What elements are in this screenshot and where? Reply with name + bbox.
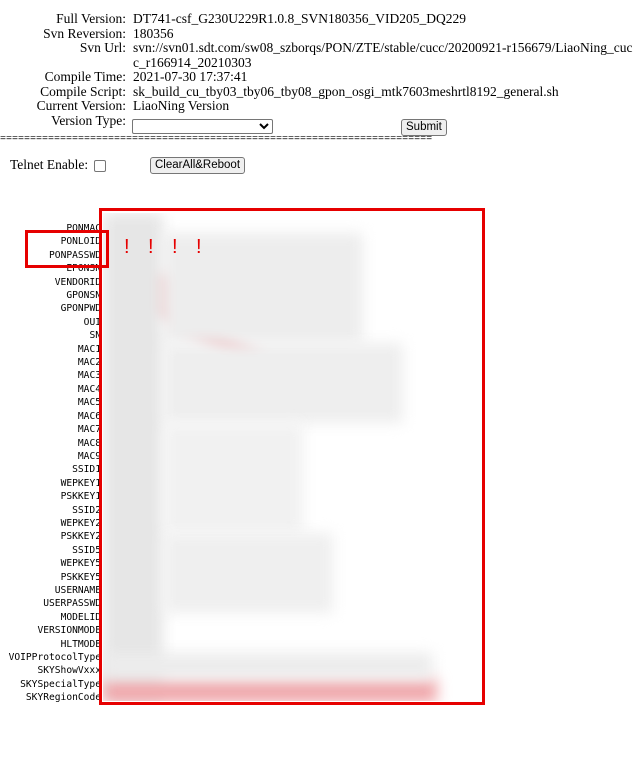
param-label: SKYShowVxxx [37,665,101,677]
param-label: GPONSN [66,290,101,302]
param-label: MAC7 [77,424,101,436]
param-label: MAC6 [77,410,101,422]
param-label: MAC1 [77,343,101,355]
param-label: WEPKEY5 [60,558,101,570]
full-version-value: DT741-csf_G230U229R1.0.8_SVN180356_VID20… [133,11,466,26]
version-type-row: Version Type: [0,112,637,129]
separator-line: ========================================… [0,136,432,144]
version-info: Full Version: DT741-csf_G230U229R1.0.8_S… [0,11,637,129]
full-version-row: Full Version: DT741-csf_G230U229R1.0.8_S… [0,11,637,27]
submit-button[interactable]: Submit [401,119,447,136]
telnet-enable-row: Telnet Enable: [10,157,107,173]
compile-script-value: sk_build_cu_tby03_tby06_tby08_gpon_osgi_… [133,83,559,99]
param-label: VOIPProtocolType [8,652,101,663]
compile-script-row: Compile Script: sk_build_cu_tby03_tby06_… [0,83,637,100]
param-label: WEPKEY2 [60,517,101,529]
param-label: VENDORID [54,276,101,288]
param-label: PSKKEY2 [60,531,101,543]
svn-revision-label: Svn Reversion: [43,25,126,41]
current-version-row: Current Version: LiaoNing Version [0,98,637,114]
annotation-mark: ! [124,236,130,258]
param-label: WEPKEY1 [60,477,101,489]
compile-script-label: Compile Script: [40,83,126,99]
param-label: SN [89,330,101,342]
svn-url-label: Svn Url: [79,40,126,55]
param-label: USERNAME [54,584,101,596]
svn-url-row: Svn Url: svn://svn01.sdt.com/sw08_szborq… [0,40,637,70]
annotation-mark: ! [196,236,202,258]
telnet-enable-label: Telnet Enable: [10,157,89,172]
compile-time-label: Compile Time: [44,69,126,84]
param-label: SKYSpecialType [20,678,101,690]
param-label: MODELID [60,611,101,623]
telnet-enable-checkbox[interactable] [94,159,107,172]
current-version-value: LiaoNing Version [133,98,230,113]
param-label: SSID5 [72,544,101,556]
version-type-label: Version Type: [51,112,126,128]
param-label-list: PONMAC PONLOID PONPASSWD EPONSN VENDORID GPON… [0,222,101,705]
param-label: MAC4 [77,383,101,395]
clearall-reboot-button[interactable]: ClearAll&Reboot [150,157,246,174]
param-label: SKYRegionCode [25,692,101,704]
param-label: SSID1 [72,464,101,476]
param-label: USERPASSWD [43,598,101,610]
param-label: MAC5 [77,397,101,409]
svn-url-value: svn://svn01.sdt.com/sw08_szborqs/PON/ZTE… [133,40,633,70]
annotation-mark: ! [148,236,154,258]
version-type-select[interactable] [132,119,273,134]
param-label: MAC9 [77,450,101,462]
param-label: MAC3 [77,370,101,382]
ponloid-highlight-box [25,230,109,268]
param-label: MAC2 [77,357,101,369]
param-label: OUI [83,316,101,328]
param-label: MAC8 [77,437,101,449]
param-label: PSKKEY1 [60,491,101,503]
full-version-label: Full Version: [56,11,126,26]
param-label: GPONPWD [60,303,101,315]
param-label: SSID2 [72,504,101,516]
param-label: PSKKEY5 [60,571,101,583]
param-label: VERSIONMODE [37,625,101,637]
param-label: HLTMODE [60,638,101,650]
values-highlight-box [99,208,485,705]
compile-time-row: Compile Time: 2021-07-30 17:37:41 [0,69,637,85]
current-version-label: Current Version: [36,98,126,113]
annotation-mark: ! [172,236,178,258]
svn-revision-value: 180356 [133,25,174,41]
svn-revision-row: Svn Reversion: 180356 [0,25,637,42]
compile-time-value: 2021-07-30 17:37:41 [133,69,248,84]
